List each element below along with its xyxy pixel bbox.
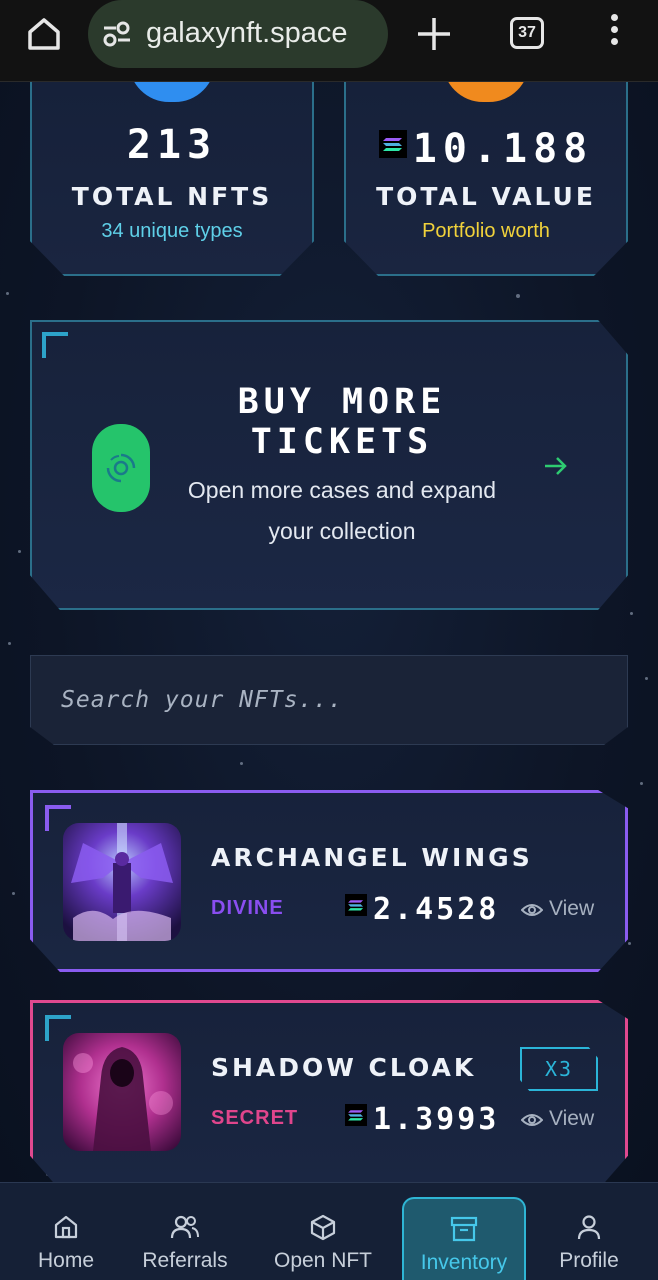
quantity-badge: X3 — [520, 1047, 598, 1091]
total-value-label: TOTAL VALUE — [376, 182, 596, 211]
tab-switcher-button[interactable]: 37 — [510, 17, 544, 49]
box-icon — [310, 1214, 336, 1241]
more-menu-icon[interactable] — [606, 14, 622, 54]
browser-home-icon[interactable] — [24, 14, 64, 54]
nav-home[interactable]: Home — [20, 1183, 112, 1280]
solana-icon — [345, 889, 367, 916]
nav-inventory[interactable]: Inventory — [402, 1197, 526, 1280]
view-button[interactable]: View — [520, 897, 595, 921]
eye-icon — [520, 1114, 544, 1126]
site-settings-icon[interactable] — [102, 20, 132, 48]
new-tab-icon[interactable] — [412, 12, 456, 56]
buy-description: Open more cases and expand your collecti… — [187, 477, 497, 544]
buy-more-tickets-banner[interactable]: BUY MORE TICKETS Open more cases and exp… — [30, 320, 628, 610]
nav-open-nft-label: Open NFT — [273, 1249, 373, 1272]
unique-types-text: 34 unique types — [101, 220, 243, 242]
users-icon — [170, 1215, 199, 1239]
nav-home-label: Home — [37, 1249, 95, 1272]
nft-name: ARCHANGEL WINGS — [211, 843, 533, 872]
portfolio-worth-text: Portfolio worth — [422, 220, 550, 242]
total-nfts-card: 213 TOTAL NFTS 34 unique types — [30, 82, 314, 276]
solana-icon — [378, 122, 407, 158]
total-value-card: 10.188 TOTAL VALUE Portfolio worth — [344, 82, 628, 276]
address-bar[interactable]: galaxynft.space — [88, 0, 388, 68]
total-value-value: 10.188 — [346, 122, 626, 172]
nft-card[interactable]: ARCHANGEL WINGS DIVINE 2.4528 View — [30, 790, 628, 972]
corner-decoration — [42, 332, 68, 358]
view-label: View — [549, 897, 595, 920]
nft-price: 2.4528 — [345, 889, 499, 927]
nav-open-nft[interactable]: Open NFT — [264, 1183, 382, 1280]
ticket-icon — [92, 424, 150, 512]
nft-price: 1.3993 — [345, 1099, 499, 1137]
nft-rarity: DIVINE — [211, 897, 284, 919]
arrow-right-icon[interactable] — [542, 454, 570, 478]
archive-icon — [450, 1216, 478, 1242]
nft-price-value: 2.4528 — [373, 892, 500, 927]
search-container — [30, 655, 628, 745]
user-icon — [577, 1215, 601, 1240]
nft-card[interactable]: SHADOW CLOAK X3 SECRET 1.3993 View — [30, 1000, 628, 1190]
nav-referrals-label: Referrals — [142, 1249, 228, 1272]
nav-inventory-label: Inventory — [420, 1251, 508, 1274]
total-nfts-label: TOTAL NFTS — [71, 182, 273, 211]
nav-referrals[interactable]: Referrals — [132, 1183, 238, 1280]
total-value-number: 10.188 — [412, 126, 594, 172]
nav-profile[interactable]: Profile — [548, 1183, 630, 1280]
bottom-navigation: Home Referrals Open NFT Inventory Profil… — [0, 1182, 658, 1280]
solana-icon — [345, 1099, 367, 1126]
home-icon — [54, 1215, 78, 1239]
nft-price-value: 1.3993 — [373, 1102, 500, 1137]
search-input[interactable] — [31, 656, 627, 744]
nft-thumbnail — [63, 823, 181, 941]
browser-toolbar: galaxynft.space 37 — [0, 0, 658, 82]
view-button[interactable]: View — [520, 1107, 595, 1131]
url-text: galaxynft.space — [146, 17, 348, 49]
nft-name: SHADOW CLOAK — [211, 1053, 477, 1082]
view-label: View — [549, 1107, 595, 1130]
nft-rarity: SECRET — [211, 1107, 299, 1129]
eye-icon — [520, 904, 544, 916]
buy-title: BUY MORE TICKETS — [237, 382, 447, 462]
total-nfts-value: 213 — [126, 122, 218, 168]
nav-profile-label: Profile — [559, 1249, 619, 1272]
nft-thumbnail — [63, 1033, 181, 1151]
